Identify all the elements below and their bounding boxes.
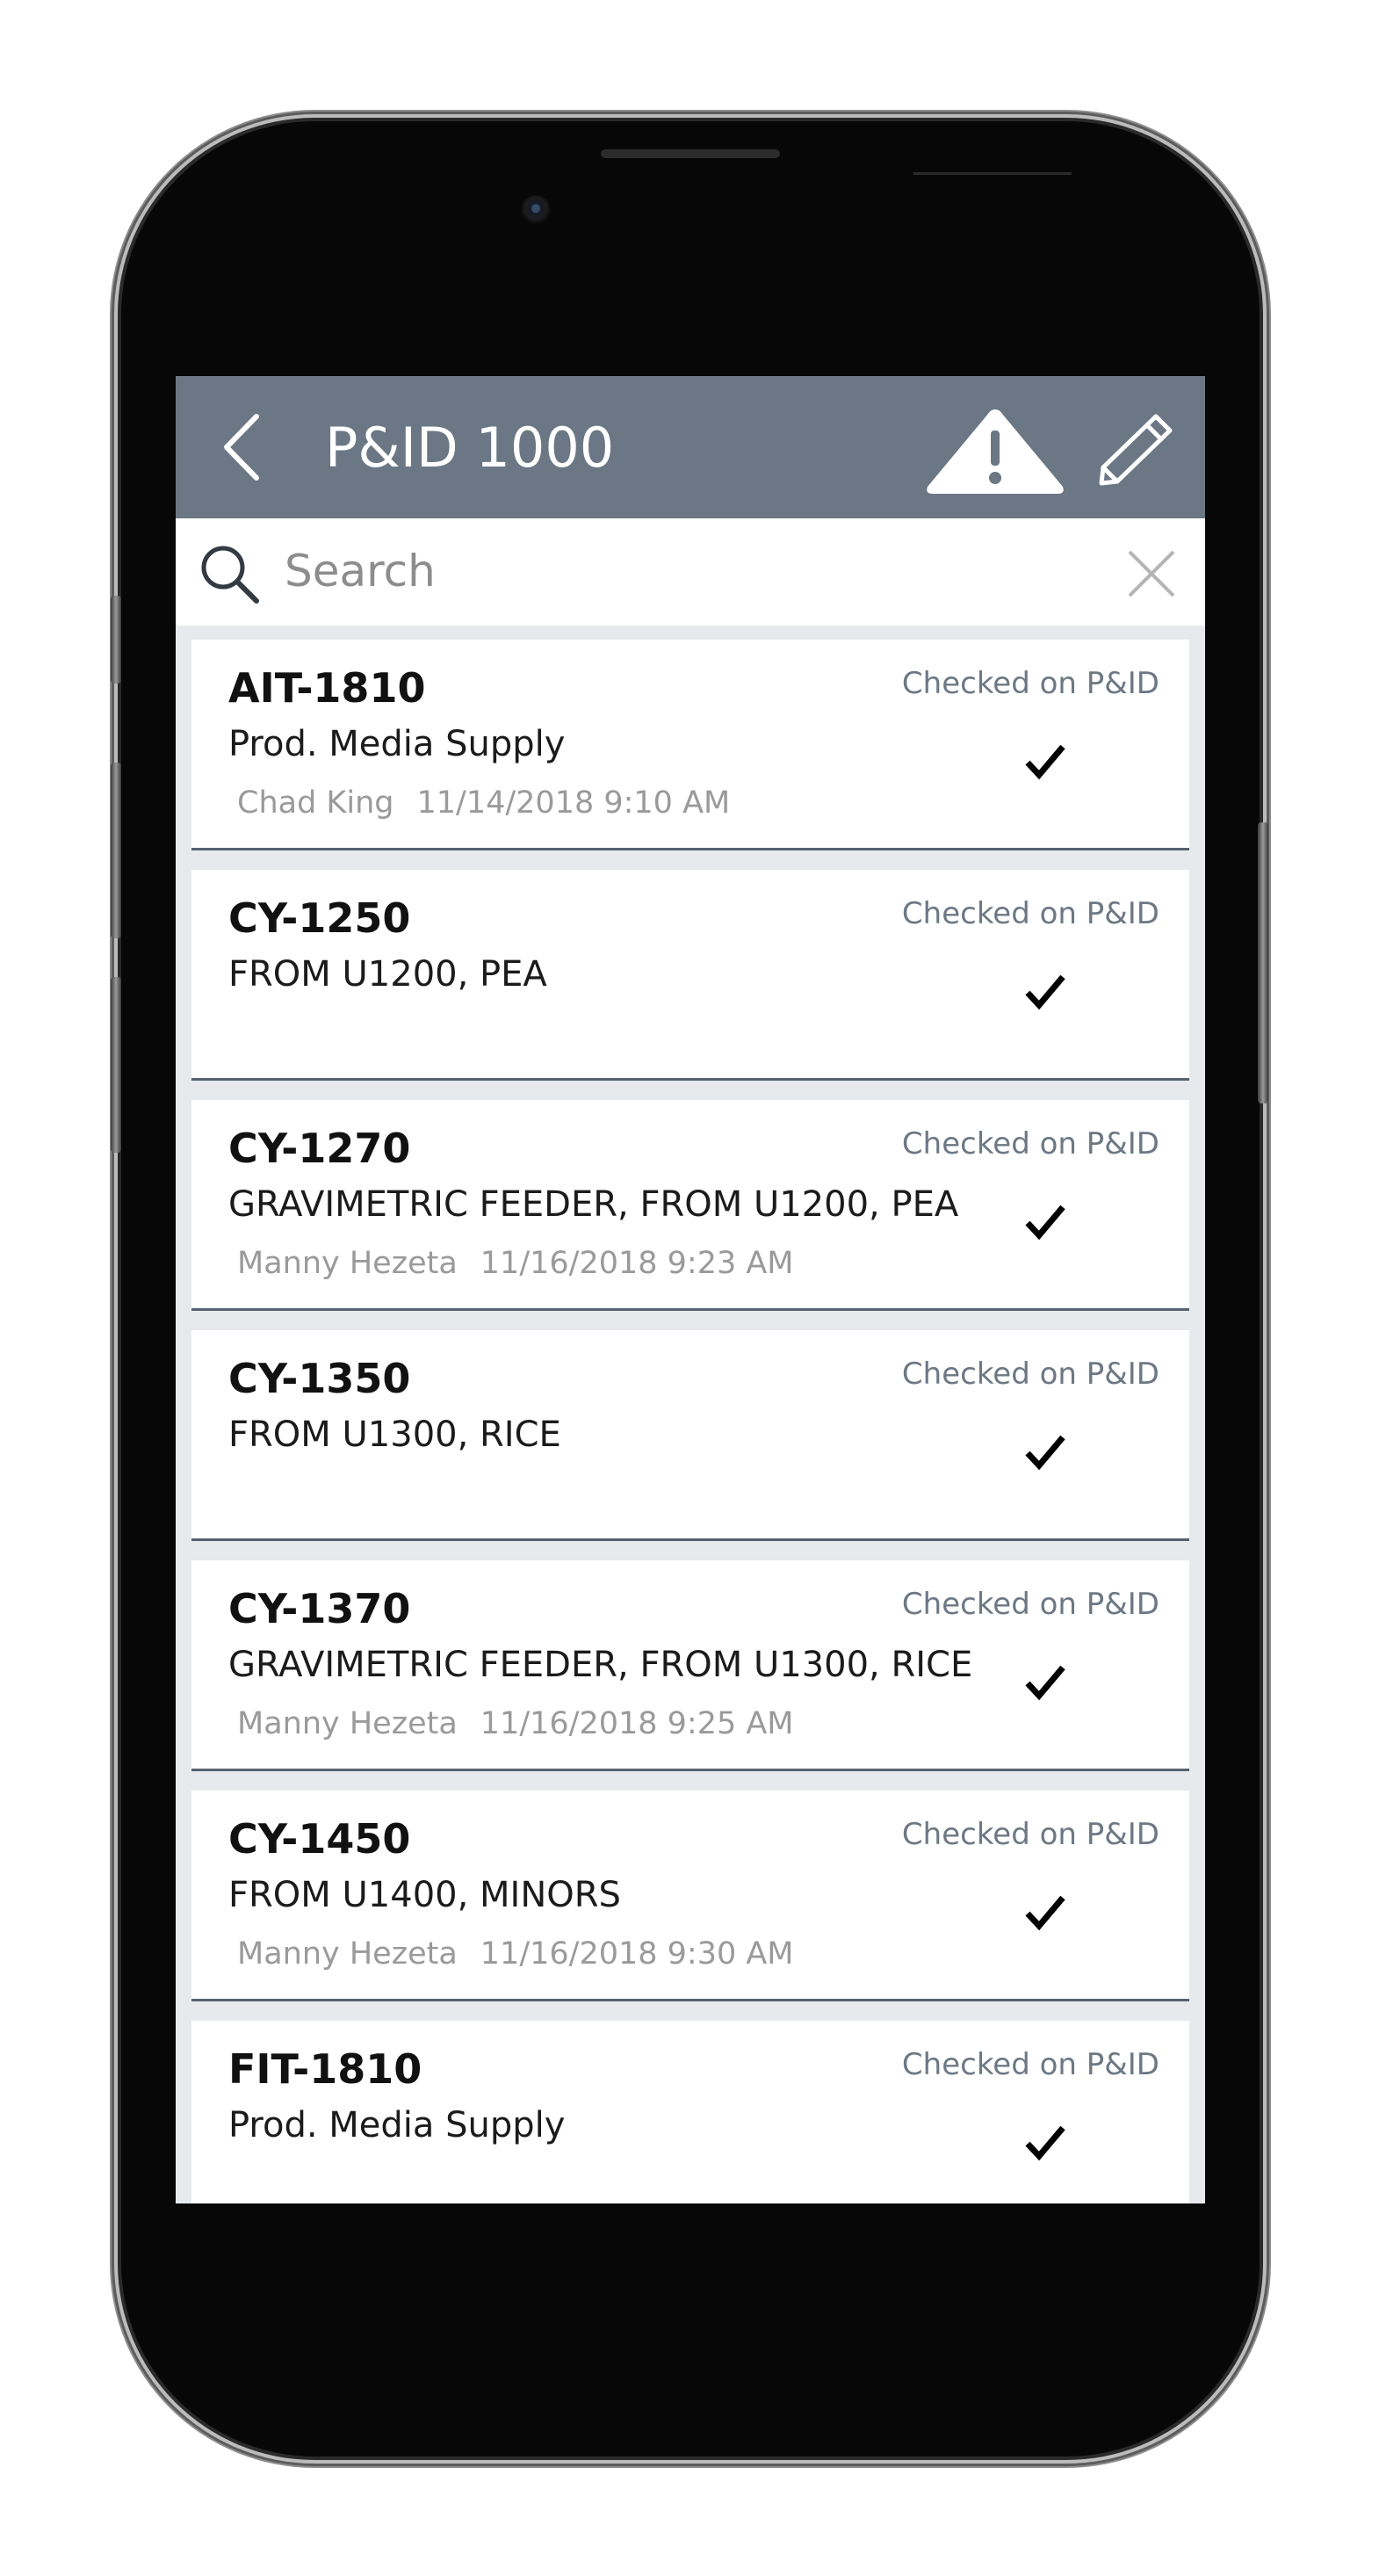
search-icon (201, 546, 259, 604)
chevron-left-icon (224, 414, 259, 481)
tag-meta: Manny Hezeta 11/16/2018 9:25 AM (237, 1706, 794, 1741)
pencil-icon (1099, 414, 1173, 486)
edit-button[interactable] (1096, 411, 1175, 487)
checkmark-icon (1025, 1665, 1065, 1701)
list-item[interactable]: AIT-1810 Prod. Media Supply Chad King 11/… (191, 640, 1189, 850)
warning-triangle-icon (927, 409, 1064, 494)
front-camera (521, 195, 551, 225)
tag-meta: Manny Hezeta 11/16/2018 9:23 AM (237, 1246, 794, 1281)
checkmark-icon (1025, 1205, 1065, 1241)
close-icon (1128, 550, 1175, 597)
tag-id: AIT-1810 (228, 664, 426, 712)
tag-description: Prod. Media Supply (228, 724, 566, 764)
tag-description: Prod. Media Supply (228, 2105, 566, 2145)
checked-date: 11/16/2018 9:30 AM (480, 1936, 794, 1972)
list-item[interactable]: FIT-1810 Prod. Media Supply Checked on P… (191, 2021, 1189, 2203)
tag-description: FROM U1300, RICE (228, 1415, 561, 1455)
warning-button[interactable] (922, 404, 1068, 497)
tag-id: CY-1370 (228, 1585, 411, 1632)
status-label: Checked on P&ID (901, 896, 1159, 931)
status-label: Checked on P&ID (901, 1126, 1159, 1161)
tag-id: CY-1270 (228, 1125, 411, 1172)
tag-id: CY-1250 (228, 894, 411, 942)
volume-up-button (111, 763, 121, 938)
checkmark-icon (1025, 974, 1065, 1010)
checked-by: Chad King (237, 785, 394, 821)
tag-description: GRAVIMETRIC FEEDER, FROM U1300, RICE (228, 1645, 973, 1685)
tag-id: CY-1450 (228, 1815, 411, 1863)
app-screen: P&ID 1000 Search AIT-1810 Prod. Media Su… (176, 376, 1205, 2203)
tag-meta: Chad King 11/14/2018 9:10 AM (237, 785, 730, 821)
tag-description: FROM U1200, PEA (228, 954, 547, 995)
list-item[interactable]: CY-1350 FROM U1300, RICE Checked on P&ID (191, 1330, 1189, 1541)
clear-search-button[interactable] (1124, 546, 1179, 601)
checked-by: Manny Hezeta (237, 1936, 458, 1972)
mute-switch (111, 596, 121, 684)
tag-description: GRAVIMETRIC FEEDER, FROM U1200, PEA (228, 1184, 959, 1225)
list-item[interactable]: CY-1370 GRAVIMETRIC FEEDER, FROM U1300, … (191, 1560, 1189, 1771)
tag-meta (237, 1476, 260, 1511)
tag-description: FROM U1400, MINORS (228, 1875, 621, 1915)
checkmark-icon (1025, 2125, 1065, 2161)
list-item[interactable]: CY-1270 GRAVIMETRIC FEEDER, FROM U1200, … (191, 1100, 1189, 1311)
earpiece-speaker (601, 149, 780, 158)
checked-date: 11/16/2018 9:25 AM (480, 1706, 794, 1741)
status-label: Checked on P&ID (901, 2047, 1159, 2082)
list-item[interactable]: CY-1250 FROM U1200, PEA Checked on P&ID (191, 870, 1189, 1081)
tag-meta (237, 1016, 260, 1051)
checked-by: Manny Hezeta (237, 1706, 458, 1741)
search-input[interactable] (285, 536, 1040, 606)
back-button[interactable] (218, 409, 271, 485)
tag-meta (237, 2167, 260, 2202)
status-label: Checked on P&ID (901, 1357, 1159, 1392)
search-bar (176, 518, 1205, 626)
status-label: Checked on P&ID (901, 1817, 1159, 1852)
status-label: Checked on P&ID (901, 666, 1159, 701)
volume-down-button (111, 977, 121, 1153)
checked-date: 11/14/2018 9:10 AM (416, 785, 731, 821)
list-item[interactable]: CY-1450 FROM U1400, MINORS Manny Hezeta 1… (191, 1791, 1189, 2001)
checked-by: Manny Hezeta (237, 1246, 458, 1281)
checkmark-icon (1025, 1435, 1065, 1471)
tag-id: CY-1350 (228, 1355, 411, 1402)
tag-id: FIT-1810 (228, 2045, 422, 2093)
power-button (1258, 822, 1268, 1103)
sensor-strip (913, 172, 1072, 175)
tag-meta: Manny Hezeta 11/16/2018 9:30 AM (237, 1936, 794, 1972)
checked-date: 11/16/2018 9:23 AM (480, 1246, 794, 1281)
status-label: Checked on P&ID (901, 1587, 1159, 1622)
top-bar: P&ID 1000 (176, 376, 1205, 518)
checkmark-icon (1025, 1895, 1065, 1931)
page-title: P&ID 1000 (325, 416, 615, 480)
checkmark-icon (1025, 744, 1065, 780)
